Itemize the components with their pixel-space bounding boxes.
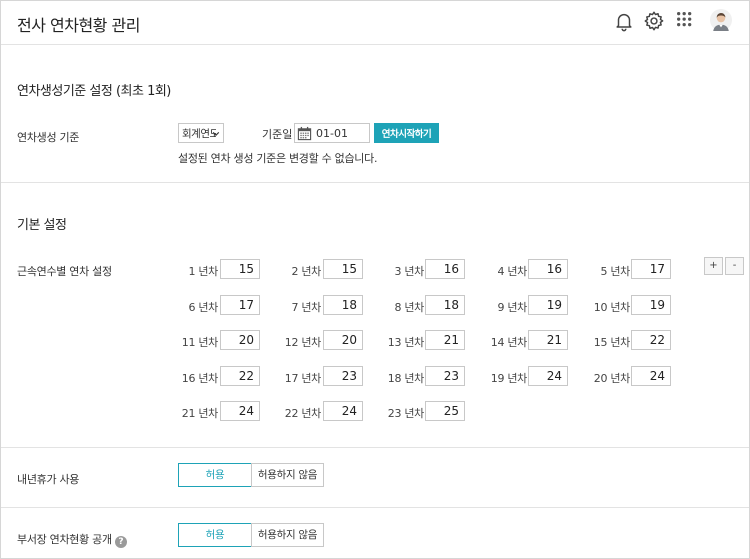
year-leave-input[interactable]: 20 [323, 330, 363, 350]
section-divider-3 [1, 507, 749, 508]
year-label: 18 년차 [387, 372, 425, 385]
page-title: 전사 연차현황 관리 [17, 16, 140, 35]
year-label: 17 년차 [284, 372, 322, 385]
year-leave-input[interactable]: 23 [323, 366, 363, 386]
base-date-value: 01-01 [316, 127, 348, 140]
base-date-label: 기준일 [262, 128, 293, 141]
year-label: 21 년차 [181, 407, 219, 420]
dept-status-label: 부서장 연차현황 공개? [17, 531, 127, 548]
year-leave-input[interactable]: 17 [220, 295, 260, 315]
year-leave-input[interactable]: 21 [425, 330, 465, 350]
year-leave-input[interactable]: 18 [323, 295, 363, 315]
section-divider-1 [1, 182, 749, 183]
year-leave-input[interactable]: 23 [425, 366, 465, 386]
help-icon[interactable]: ? [114, 536, 127, 548]
year-leave-input[interactable]: 19 [631, 295, 671, 315]
year-leave-input[interactable]: 24 [220, 401, 260, 421]
year-leave-input[interactable]: 15 [323, 259, 363, 279]
year-label: 2 년차 [291, 265, 321, 278]
calendar-icon[interactable] [297, 126, 312, 141]
year-label: 6 년차 [188, 301, 218, 314]
start-annual-leave-button[interactable]: 연차시작하기 [374, 123, 439, 143]
dept-status-label-text: 부서장 연차현황 공개 [17, 533, 112, 546]
base-date-field[interactable]: 01-01 [294, 123, 370, 143]
year-leave-input[interactable]: 22 [220, 366, 260, 386]
creation-criteria-select[interactable]: 회계연도 기 [178, 123, 224, 143]
year-label: 1 년차 [188, 265, 218, 278]
gear-icon[interactable] [643, 10, 665, 32]
year-leave-input[interactable]: 24 [528, 366, 568, 386]
creation-criteria-select-value: 회계연도 기 [182, 128, 216, 140]
year-label: 10 년차 [593, 301, 631, 314]
year-label: 15 년차 [593, 336, 631, 349]
dept-status-allow-button[interactable]: 허용 [178, 523, 252, 547]
year-leave-input[interactable]: 22 [631, 330, 671, 350]
next-year-leave-allow-button[interactable]: 허용 [178, 463, 252, 487]
year-leave-input[interactable]: 15 [220, 259, 260, 279]
year-leave-input[interactable]: 18 [425, 295, 465, 315]
year-label: 12 년차 [284, 336, 322, 349]
avatar[interactable] [710, 9, 734, 33]
year-label: 13 년차 [387, 336, 425, 349]
year-leave-input[interactable]: 24 [631, 366, 671, 386]
grid-apps-icon[interactable] [675, 10, 697, 32]
year-label: 22 년차 [284, 407, 322, 420]
year-label: 14 년차 [490, 336, 528, 349]
year-label: 16 년차 [181, 372, 219, 385]
header-divider [1, 44, 749, 45]
year-label: 7 년차 [291, 301, 321, 314]
year-leave-input[interactable]: 17 [631, 259, 671, 279]
creation-notice: 설정된 연차 생성 기준은 변경할 수 없습니다. [178, 152, 378, 165]
year-label: 11 년차 [181, 336, 219, 349]
year-label: 3 년차 [394, 265, 424, 278]
header: 전사 연차현황 관리 [0, 0, 750, 44]
year-label: 23 년차 [387, 407, 425, 420]
chevron-down-icon [212, 132, 220, 136]
basic-section-title: 기본 설정 [17, 218, 67, 233]
dept-status-disallow-button[interactable]: 허용하지 않음 [251, 523, 324, 547]
year-leave-input[interactable]: 16 [528, 259, 568, 279]
year-label: 5 년차 [600, 265, 630, 278]
year-leave-input[interactable]: 24 [323, 401, 363, 421]
year-label: 19 년차 [490, 372, 528, 385]
section-divider-2 [1, 447, 749, 448]
year-leave-input[interactable]: 16 [425, 259, 465, 279]
year-label: 4 년차 [497, 265, 527, 278]
bell-icon[interactable] [613, 10, 635, 32]
creation-section-title: 연차생성기준 설정 (최초 1회) [17, 84, 171, 99]
year-label: 9 년차 [497, 301, 527, 314]
tenure-leave-label: 근속연수별 연차 설정 [17, 265, 112, 278]
year-leave-input[interactable]: 25 [425, 401, 465, 421]
remove-year-button[interactable]: - [725, 257, 744, 275]
creation-criteria-label: 연차생성 기준 [17, 131, 80, 144]
year-leave-input[interactable]: 20 [220, 330, 260, 350]
add-year-button[interactable]: + [704, 257, 723, 275]
year-leave-input[interactable]: 19 [528, 295, 568, 315]
year-label: 20 년차 [593, 372, 631, 385]
year-label: 8 년차 [394, 301, 424, 314]
next-year-leave-label: 내년휴가 사용 [17, 473, 80, 486]
year-leave-input[interactable]: 21 [528, 330, 568, 350]
next-year-leave-disallow-button[interactable]: 허용하지 않음 [251, 463, 324, 487]
